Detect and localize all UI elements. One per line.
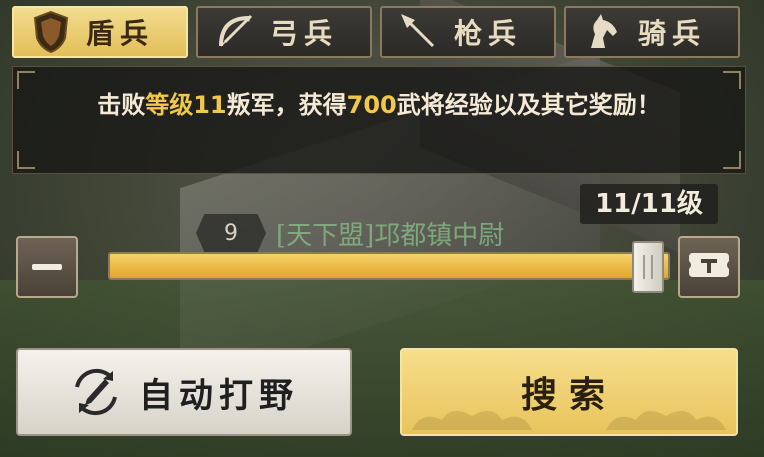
- tab-label: 盾兵: [86, 17, 155, 50]
- auto-hunt-button[interactable]: 自动打野: [16, 348, 352, 436]
- max-level-button[interactable]: [678, 236, 740, 298]
- info-text: 叛军，获得: [226, 91, 347, 119]
- corner-ornament: [17, 151, 35, 169]
- decrease-level-button[interactable]: [16, 236, 78, 298]
- search-label: 搜索: [520, 374, 617, 416]
- tab-label: 枪兵: [454, 17, 523, 50]
- corner-ornament: [723, 71, 741, 89]
- spear-icon: [396, 9, 442, 55]
- level-slider-fill: [110, 254, 668, 278]
- level-slider-track[interactable]: [108, 252, 670, 280]
- cloud-ornament: [606, 410, 726, 430]
- exp-amount: 700: [346, 91, 397, 119]
- city-level-badge: 9: [196, 214, 266, 252]
- auto-cycle-sword-icon: [69, 365, 123, 419]
- tab-label: 骑兵: [638, 17, 707, 50]
- rebel-level: 等级11: [145, 91, 227, 119]
- shield-icon: [28, 9, 74, 55]
- reward-info-box: 击败等级11叛军，获得700武将经验以及其它奖励！: [12, 66, 746, 174]
- tab-spear[interactable]: 枪兵: [380, 6, 556, 58]
- tab-label: 弓兵: [270, 17, 339, 50]
- search-button[interactable]: 搜索: [400, 348, 738, 436]
- info-text: 击败: [97, 91, 146, 119]
- auto-hunt-label: 自动打野: [139, 375, 299, 416]
- max-icon: [687, 251, 731, 283]
- tab-shield[interactable]: 盾兵: [12, 6, 188, 58]
- corner-ornament: [17, 71, 35, 89]
- map-city-label: 9 [天下盟]邛都镇中尉: [196, 214, 504, 252]
- corner-ornament: [723, 151, 741, 169]
- tab-cavalry[interactable]: 骑兵: [564, 6, 740, 58]
- tab-bow[interactable]: 弓兵: [196, 6, 372, 58]
- city-name: [天下盟]邛都镇中尉: [276, 220, 505, 251]
- bow-icon: [212, 9, 258, 55]
- level-indicator: 11/11级: [580, 184, 718, 224]
- info-text: 武将经验以及其它奖励！: [396, 91, 661, 119]
- level-slider-thumb[interactable]: [632, 241, 664, 293]
- troop-type-tabs: 盾兵 弓兵 枪兵 骑兵: [12, 6, 740, 58]
- horse-icon: [580, 9, 626, 55]
- minus-icon: [32, 264, 62, 270]
- cloud-ornament: [412, 410, 532, 430]
